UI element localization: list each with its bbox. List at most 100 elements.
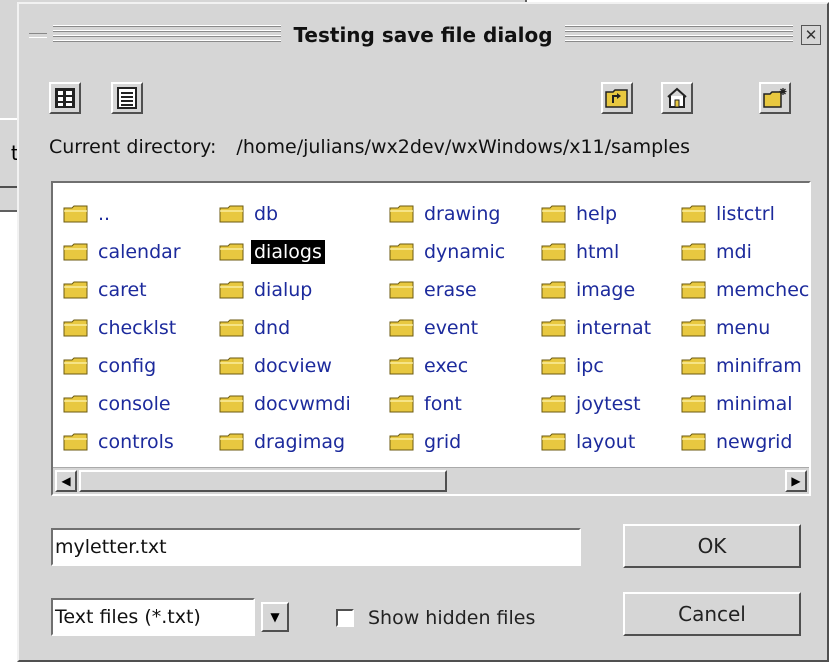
folder-name: joytest — [576, 393, 641, 415]
folder-item[interactable]: listctrl — [681, 195, 809, 233]
folder-icon — [63, 243, 88, 261]
file-type-select[interactable]: Text files (*.txt) ▼ — [51, 598, 289, 636]
list-view-button[interactable] — [49, 82, 81, 114]
folder-item[interactable]: drawing — [389, 195, 508, 233]
folder-item[interactable]: memcheck — [681, 271, 811, 309]
ok-button[interactable]: OK — [623, 524, 801, 568]
cancel-button-label: Cancel — [678, 602, 746, 626]
folder-icon — [541, 205, 566, 223]
folder-item[interactable]: console — [63, 385, 184, 423]
folder-item[interactable]: dialogs — [219, 233, 354, 271]
folder-item[interactable]: internat — [541, 309, 654, 347]
close-button[interactable]: ✕ — [801, 25, 822, 45]
folder-item[interactable]: event — [389, 309, 508, 347]
folder-item[interactable]: help — [541, 195, 654, 233]
folder-item[interactable]: layout — [541, 423, 654, 461]
folder-name: mdi — [716, 241, 752, 263]
folder-name: dnd — [254, 317, 291, 339]
folder-item[interactable]: checklst — [63, 309, 184, 347]
folder-item[interactable]: .. — [63, 195, 184, 233]
folder-icon — [63, 205, 88, 223]
file-list-column: listctrl mdi memcheck menu minifram minimal ne… — [681, 195, 811, 461]
folder-icon — [681, 281, 706, 299]
show-hidden-files-label: Show hidden files — [368, 607, 536, 629]
folder-item[interactable]: dialup — [219, 271, 354, 309]
folder-item[interactable]: font — [389, 385, 508, 423]
folder-item[interactable]: db — [219, 195, 354, 233]
folder-name: font — [424, 393, 462, 415]
folder-name: console — [98, 393, 171, 415]
folder-item[interactable]: exec — [389, 347, 508, 385]
folder-item[interactable]: minimal — [681, 385, 809, 423]
parent-directory-button[interactable] — [601, 82, 633, 114]
folder-icon — [219, 281, 244, 299]
folder-name: caret — [98, 279, 147, 301]
file-list-column: .. calendar caret checklst config console cont… — [63, 195, 184, 461]
folder-name: minifram — [716, 355, 802, 377]
cancel-button[interactable]: Cancel — [623, 592, 801, 636]
folder-name: minimal — [716, 393, 793, 415]
folder-item[interactable]: newgrid — [681, 423, 809, 461]
folder-item[interactable]: minifram — [681, 347, 809, 385]
folder-item[interactable]: menu — [681, 309, 809, 347]
folder-icon — [63, 281, 88, 299]
title-groove-left — [53, 25, 282, 45]
file-list-column: drawing dynamic erase event exec font grid — [389, 195, 508, 461]
folder-name: checklst — [98, 317, 177, 339]
arrow-left-icon: ◀ — [61, 474, 71, 488]
folder-item[interactable]: dragimag — [219, 423, 354, 461]
list-view-icon — [55, 88, 75, 108]
folder-icon — [389, 357, 414, 375]
folder-icon — [541, 243, 566, 261]
folder-item[interactable]: controls — [63, 423, 184, 461]
folder-icon — [389, 243, 414, 261]
folder-item[interactable]: ipc — [541, 347, 654, 385]
show-hidden-files-checkbox[interactable]: Show hidden files — [336, 607, 535, 629]
folder-item[interactable]: joytest — [541, 385, 654, 423]
folder-item[interactable]: erase — [389, 271, 508, 309]
folder-name: html — [576, 241, 620, 263]
folder-icon — [63, 357, 88, 375]
file-list[interactable]: .. calendar caret checklst config console cont… — [51, 181, 811, 496]
title-bar[interactable]: Testing save file dialog ✕ — [23, 8, 823, 62]
current-directory: Current directory: /home/julians/wx2dev/w… — [49, 136, 690, 158]
folder-item[interactable]: grid — [389, 423, 508, 461]
folder-item[interactable]: html — [541, 233, 654, 271]
folder-name: db — [254, 203, 279, 225]
folder-icon — [681, 433, 706, 451]
close-icon: ✕ — [804, 25, 818, 44]
horizontal-scrollbar[interactable]: ◀ ▶ — [53, 467, 809, 494]
folder-item[interactable]: calendar — [63, 233, 184, 271]
folder-icon — [541, 357, 566, 375]
file-type-value[interactable]: Text files (*.txt) — [51, 598, 255, 636]
folder-icon — [63, 433, 88, 451]
folder-item[interactable]: config — [63, 347, 184, 385]
folder-name: internat — [576, 317, 652, 339]
folder-name: grid — [424, 431, 462, 453]
filename-input[interactable]: myletter.txt — [51, 528, 581, 566]
folder-item[interactable]: dnd — [219, 309, 354, 347]
scroll-left-button[interactable]: ◀ — [55, 470, 77, 492]
folder-item[interactable]: dynamic — [389, 233, 508, 271]
checkbox-box[interactable] — [336, 609, 354, 627]
window-menu-icon[interactable] — [23, 25, 53, 45]
new-folder-icon — [763, 88, 787, 108]
chevron-down-icon: ▼ — [270, 610, 280, 624]
new-folder-button[interactable] — [759, 82, 791, 114]
folder-name: memcheck — [716, 279, 811, 301]
dropdown-button[interactable]: ▼ — [261, 602, 289, 632]
scroll-right-button[interactable]: ▶ — [785, 470, 807, 492]
folder-icon — [389, 433, 414, 451]
detail-view-button[interactable] — [111, 82, 143, 114]
folder-item[interactable]: docview — [219, 347, 354, 385]
folder-name: dynamic — [424, 241, 506, 263]
ok-button-label: OK — [697, 534, 727, 558]
home-button[interactable] — [661, 82, 693, 114]
save-file-dialog: Testing save file dialog ✕ Current direc… — [17, 2, 829, 662]
folder-item[interactable]: image — [541, 271, 654, 309]
folder-item[interactable]: docvwmdi — [219, 385, 354, 423]
scrollbar-thumb[interactable] — [79, 470, 447, 492]
folder-item[interactable]: mdi — [681, 233, 809, 271]
folder-icon — [219, 243, 244, 261]
folder-item[interactable]: caret — [63, 271, 184, 309]
